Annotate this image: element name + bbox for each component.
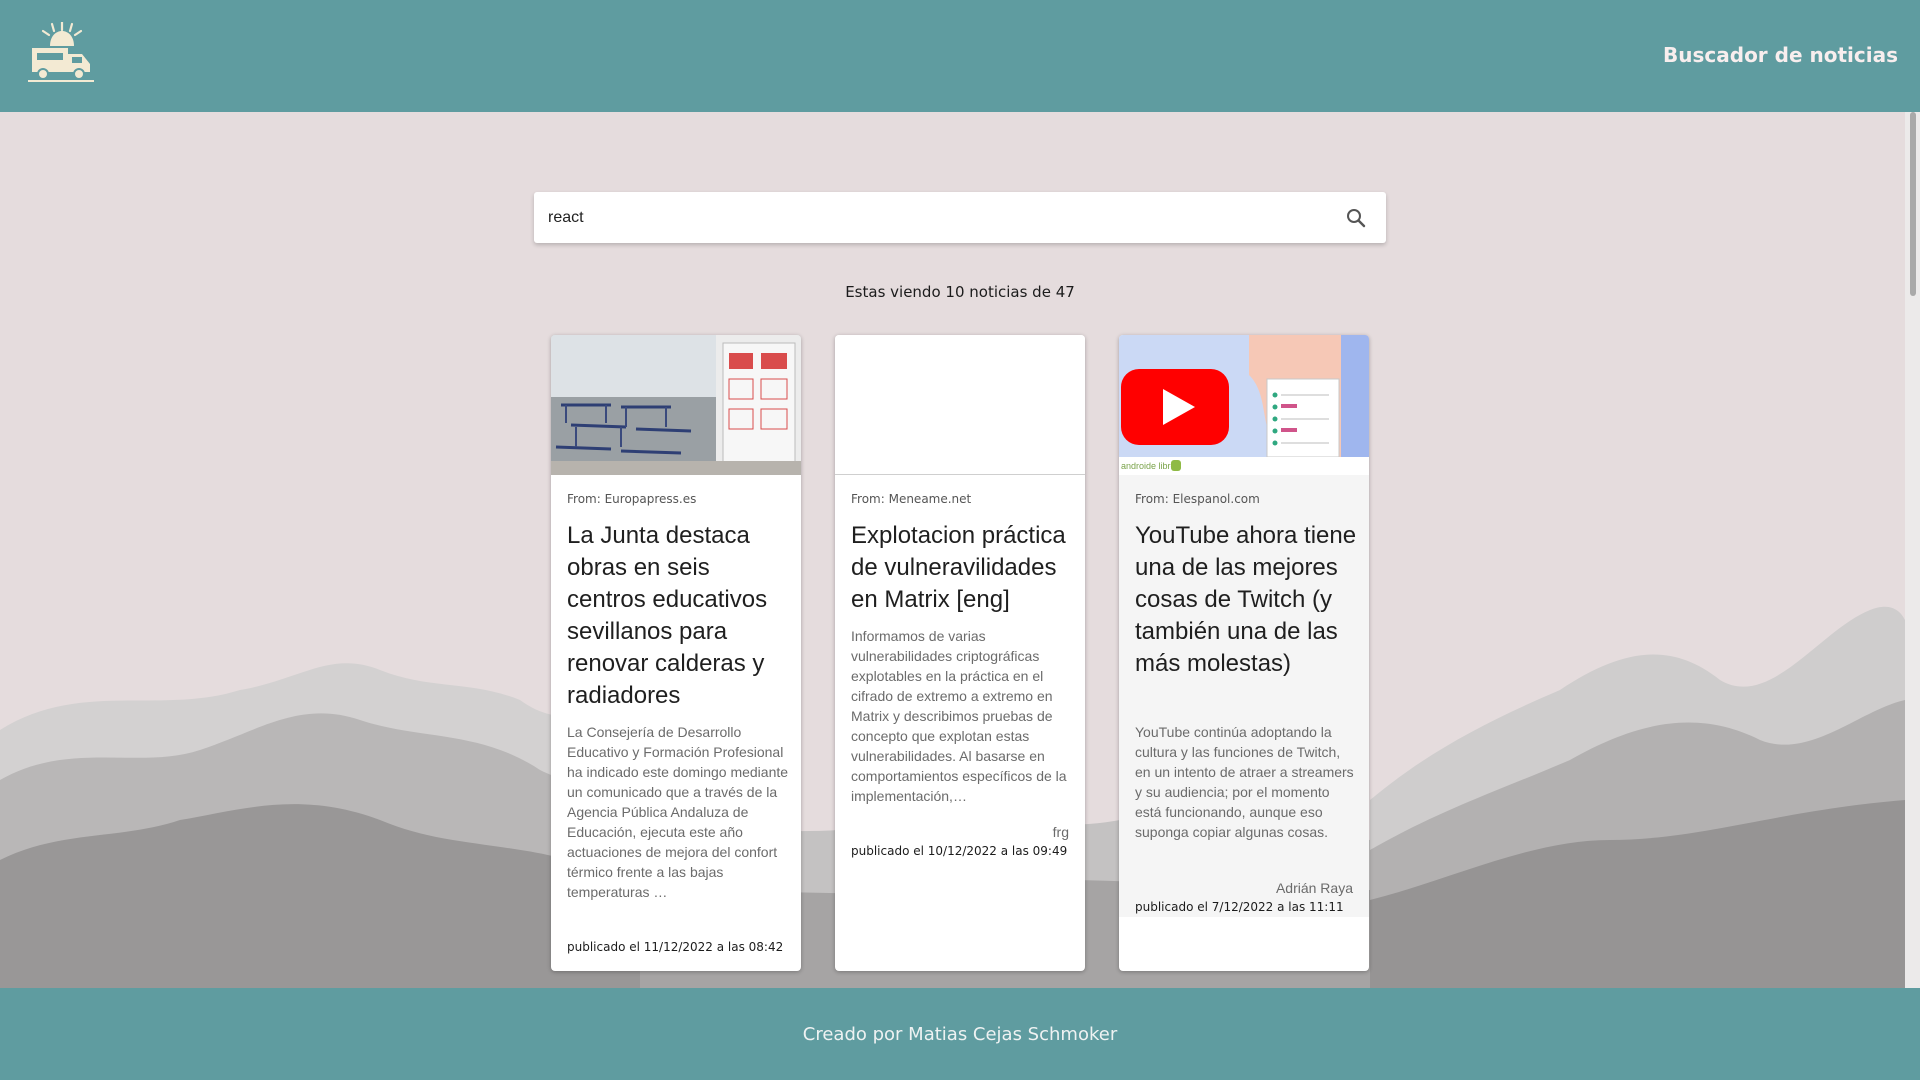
news-thumbnail-classroom — [551, 335, 801, 475]
card-date: publicado el 7/12/2022 a las 11:11 — [1135, 900, 1344, 914]
card-title[interactable]: La Junta destaca obras en seis centros e… — [567, 520, 792, 712]
app-footer: Creado por Matias Cejas Schmoker — [0, 988, 1920, 1080]
results-summary: Estas viendo 10 noticias de 47 — [845, 283, 1075, 301]
search-bar — [534, 192, 1386, 243]
card-title[interactable]: YouTube ahora tiene una de las mejores c… — [1135, 520, 1360, 680]
news-card[interactable]: androide libre From: Elespanol.com YouTu… — [1119, 335, 1369, 971]
news-card[interactable]: From: Meneame.net Explotacion práctica d… — [835, 335, 1085, 971]
card-description: YouTube continúa adoptando la cultura y … — [1135, 724, 1354, 840]
news-thumbnail-youtube: androide libre — [1119, 335, 1369, 475]
footer-credit: Creado por Matias Cejas Schmoker — [802, 1024, 1118, 1045]
app-header: Buscador de noticias — [0, 0, 1920, 112]
news-thumbnail-empty — [835, 335, 1085, 475]
card-author: frg — [1052, 824, 1069, 840]
card-author: Adrián Raya — [1275, 880, 1353, 896]
food-truck-logo[interactable] — [28, 22, 94, 84]
card-source: From: Elespanol.com — [1135, 492, 1260, 506]
scrollbar-thumb[interactable] — [1910, 112, 1916, 296]
card-description: Informamos de varias vulnerabilidades cr… — [851, 628, 1067, 804]
card-description: La Consejería de Desarrollo Educativo y … — [567, 724, 789, 900]
card-date: publicado el 11/12/2022 a las 08:42 — [567, 940, 784, 954]
search-icon[interactable] — [1344, 206, 1368, 230]
card-title[interactable]: Explotacion práctica de vulneravilidades… — [851, 520, 1076, 616]
thumbnail-caption: androide libre — [1121, 461, 1176, 471]
nav-title-link[interactable]: Buscador de noticias — [1663, 43, 1898, 67]
page-scrollbar[interactable] — [1905, 112, 1920, 988]
card-source: From: Meneame.net — [851, 492, 972, 506]
card-date: publicado el 10/12/2022 a las 09:49 — [851, 844, 1068, 858]
card-source: From: Europapress.es — [567, 492, 697, 506]
search-input[interactable] — [546, 202, 1310, 234]
news-card[interactable]: From: Europapress.es La Junta destaca ob… — [551, 335, 801, 971]
